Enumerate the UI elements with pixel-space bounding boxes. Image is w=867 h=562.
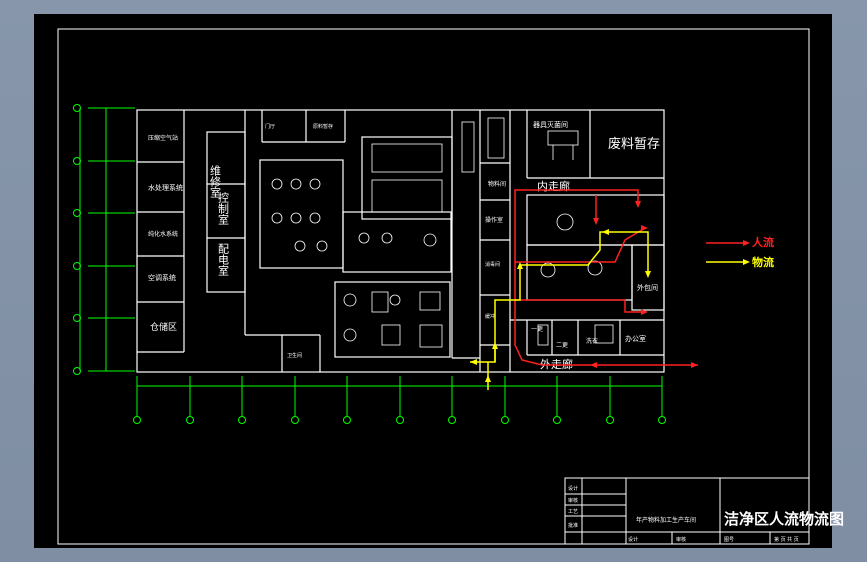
title-sheet-number: 第 页 共 页 bbox=[774, 536, 799, 543]
room-operation: 操作室 bbox=[485, 216, 503, 224]
title-row-2: 审核 bbox=[568, 497, 578, 504]
room-tool-storage: 器具灭菌间 bbox=[533, 120, 568, 129]
material-flow-arrows bbox=[470, 229, 750, 382]
room-gas-station: 压缩空气站 bbox=[148, 134, 178, 142]
people-flow-arrows bbox=[590, 201, 750, 368]
drawing-border bbox=[57, 28, 810, 545]
room-water-station: 水处理系统 bbox=[148, 183, 183, 192]
axis-bubble-row bbox=[73, 157, 81, 165]
floor-plan-drawing: 压缩空气站 水处理系统 纯化水系统 空调系统 仓储区 维修室 控制室 配电室 门… bbox=[57, 28, 844, 545]
grid-axis-rows bbox=[73, 104, 135, 375]
drawing-title: 洁净区人流物流图 bbox=[724, 510, 844, 528]
axis-bubble-row bbox=[73, 314, 81, 322]
project-name: 年产物料加工生产车间 bbox=[636, 516, 696, 524]
room-change2: 二更 bbox=[556, 342, 568, 349]
building-walls bbox=[136, 109, 665, 373]
room-bottom-small: 卫生间 bbox=[287, 352, 302, 359]
room-outer-pack: 外包间 bbox=[637, 283, 658, 292]
title-row-4: 批准 bbox=[568, 522, 578, 529]
title-bottom-left: 设计 bbox=[628, 536, 638, 543]
room-material: 物料间 bbox=[488, 180, 506, 188]
axis-bubble-row bbox=[73, 262, 81, 270]
grid-axis-columns bbox=[133, 376, 666, 424]
room-inner-corridor: 内走廊 bbox=[537, 179, 570, 193]
axis-bubble-row bbox=[73, 209, 81, 217]
room-cleaning: 洗衣 bbox=[586, 337, 598, 345]
legend-people-label: 人流 bbox=[752, 235, 774, 249]
room-control: 控制室 bbox=[217, 191, 230, 225]
room-top-small2: 原料暂存 bbox=[313, 123, 333, 130]
material-flow-path bbox=[470, 231, 748, 390]
room-top-small1: 门厅 bbox=[265, 123, 275, 130]
room-disinfection: 消毒间 bbox=[485, 261, 500, 268]
room-waste: 废料暂存 bbox=[608, 136, 660, 152]
axis-bubble-row bbox=[73, 367, 81, 375]
room-outer-corridor: 外走廊 bbox=[540, 357, 573, 371]
equipment-symbols bbox=[271, 117, 614, 348]
legend-material-label: 物流 bbox=[752, 255, 774, 269]
room-buffer: 缓冲 bbox=[485, 313, 495, 320]
room-water-station2: 纯化水系统 bbox=[148, 230, 178, 238]
title-row-1: 设计 bbox=[568, 485, 578, 492]
title-bottom-right: 图号 bbox=[724, 537, 734, 543]
room-power: 配电室 bbox=[217, 243, 230, 276]
room-change1: 一更 bbox=[531, 326, 543, 333]
title-row-3: 工艺 bbox=[568, 509, 578, 515]
room-hvac: 空调系统 bbox=[148, 273, 176, 282]
axis-bubble-row bbox=[73, 104, 81, 112]
title-bottom-mid: 审核 bbox=[676, 536, 686, 543]
room-office: 办公室 bbox=[625, 334, 646, 343]
room-storage: 仓储区 bbox=[150, 321, 177, 333]
